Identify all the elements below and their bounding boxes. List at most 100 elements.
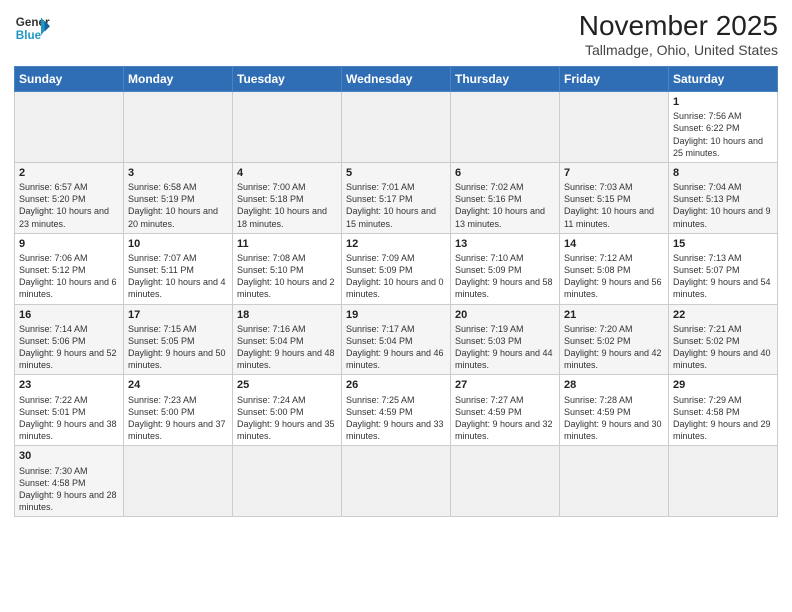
day-number: 23 <box>19 378 119 392</box>
day-number: 16 <box>19 308 119 322</box>
calendar-day-cell: 24 Sunrise: 7:23 AM Sunset: 5:00 PM Dayli… <box>124 375 233 446</box>
page: General Blue November 2025 Tallmadge, Oh… <box>0 0 792 612</box>
day-header-sunday: Sunday <box>15 67 124 92</box>
day-info: Sunrise: 7:29 AM Sunset: 4:58 PM Dayligh… <box>673 394 773 443</box>
calendar-day-cell: 17Sunrise: 7:15 AM Sunset: 5:05 PM Dayli… <box>124 304 233 375</box>
day-header-monday: Monday <box>124 67 233 92</box>
day-number: 3 <box>128 166 228 180</box>
day-info: Sunrise: 7:06 AM Sunset: 5:12 PM Dayligh… <box>19 252 119 301</box>
calendar-day-cell: 27Sunrise: 7:27 AM Sunset: 4:59 PM Dayli… <box>451 375 560 446</box>
calendar-day-cell: 9Sunrise: 7:06 AM Sunset: 5:12 PM Daylig… <box>15 233 124 304</box>
day-info: Sunrise: 7:08 AM Sunset: 5:10 PM Dayligh… <box>237 252 337 301</box>
day-number: 29 <box>673 378 773 392</box>
day-number: 30 <box>19 449 119 463</box>
calendar-day-cell: 7Sunrise: 7:03 AM Sunset: 5:15 PM Daylig… <box>560 162 669 233</box>
day-number: 18 <box>237 308 337 322</box>
calendar-week-row: 30 Sunrise: 7:30 AM Sunset: 4:58 PM Dayli… <box>15 446 778 517</box>
calendar-day-cell: 21Sunrise: 7:20 AM Sunset: 5:02 PM Dayli… <box>560 304 669 375</box>
calendar-day-cell <box>560 446 669 517</box>
day-number: 7 <box>564 166 664 180</box>
calendar-day-cell <box>451 92 560 163</box>
calendar-table: SundayMondayTuesdayWednesdayThursdayFrid… <box>14 66 778 517</box>
calendar-day-cell: 5Sunrise: 7:01 AM Sunset: 5:17 PM Daylig… <box>342 162 451 233</box>
calendar-day-cell <box>342 92 451 163</box>
day-number: 13 <box>455 237 555 251</box>
calendar-day-cell: 18Sunrise: 7:16 AM Sunset: 5:04 PM Dayli… <box>233 304 342 375</box>
day-info: Sunrise: 7:12 AM Sunset: 5:08 PM Dayligh… <box>564 252 664 301</box>
calendar-day-cell <box>124 92 233 163</box>
day-info: Sunrise: 7:07 AM Sunset: 5:11 PM Dayligh… <box>128 252 228 301</box>
day-info: Sunrise: 7:23 AM Sunset: 5:00 PM Dayligh… <box>128 394 228 443</box>
calendar-day-cell <box>342 446 451 517</box>
day-info: Sunrise: 7:30 AM Sunset: 4:58 PM Dayligh… <box>19 465 119 514</box>
calendar-day-cell: 26Sunrise: 7:25 AM Sunset: 4:59 PM Dayli… <box>342 375 451 446</box>
day-info: Sunrise: 7:20 AM Sunset: 5:02 PM Dayligh… <box>564 323 664 372</box>
calendar-day-cell: 22Sunrise: 7:21 AM Sunset: 5:02 PM Dayli… <box>669 304 778 375</box>
calendar-day-cell: 3Sunrise: 6:58 AM Sunset: 5:19 PM Daylig… <box>124 162 233 233</box>
calendar-day-cell: 4Sunrise: 7:00 AM Sunset: 5:18 PM Daylig… <box>233 162 342 233</box>
day-info: Sunrise: 7:01 AM Sunset: 5:17 PM Dayligh… <box>346 181 446 230</box>
calendar-week-row: 1Sunrise: 7:56 AM Sunset: 6:22 PM Daylig… <box>15 92 778 163</box>
day-info: Sunrise: 7:10 AM Sunset: 5:09 PM Dayligh… <box>455 252 555 301</box>
day-info: Sunrise: 7:21 AM Sunset: 5:02 PM Dayligh… <box>673 323 773 372</box>
day-info: Sunrise: 7:09 AM Sunset: 5:09 PM Dayligh… <box>346 252 446 301</box>
calendar-day-cell: 12Sunrise: 7:09 AM Sunset: 5:09 PM Dayli… <box>342 233 451 304</box>
calendar-day-cell <box>560 92 669 163</box>
day-info: Sunrise: 6:57 AM Sunset: 5:20 PM Dayligh… <box>19 181 119 230</box>
day-info: Sunrise: 7:15 AM Sunset: 5:05 PM Dayligh… <box>128 323 228 372</box>
day-header-wednesday: Wednesday <box>342 67 451 92</box>
calendar-day-cell: 16Sunrise: 7:14 AM Sunset: 5:06 PM Dayli… <box>15 304 124 375</box>
calendar-week-row: 16Sunrise: 7:14 AM Sunset: 5:06 PM Dayli… <box>15 304 778 375</box>
day-number: 24 <box>128 378 228 392</box>
day-info: Sunrise: 7:03 AM Sunset: 5:15 PM Dayligh… <box>564 181 664 230</box>
calendar-week-row: 2Sunrise: 6:57 AM Sunset: 5:20 PM Daylig… <box>15 162 778 233</box>
day-info: Sunrise: 7:02 AM Sunset: 5:16 PM Dayligh… <box>455 181 555 230</box>
day-header-thursday: Thursday <box>451 67 560 92</box>
day-info: Sunrise: 6:58 AM Sunset: 5:19 PM Dayligh… <box>128 181 228 230</box>
day-info: Sunrise: 7:27 AM Sunset: 4:59 PM Dayligh… <box>455 394 555 443</box>
day-number: 1 <box>673 95 773 109</box>
calendar-day-cell <box>451 446 560 517</box>
calendar-day-cell: 19Sunrise: 7:17 AM Sunset: 5:04 PM Dayli… <box>342 304 451 375</box>
day-info: Sunrise: 7:25 AM Sunset: 4:59 PM Dayligh… <box>346 394 446 443</box>
day-number: 9 <box>19 237 119 251</box>
day-number: 5 <box>346 166 446 180</box>
day-number: 10 <box>128 237 228 251</box>
day-info: Sunrise: 7:56 AM Sunset: 6:22 PM Dayligh… <box>673 110 773 159</box>
day-number: 11 <box>237 237 337 251</box>
svg-text:Blue: Blue <box>16 29 42 42</box>
calendar-day-cell <box>233 446 342 517</box>
day-info: Sunrise: 7:00 AM Sunset: 5:18 PM Dayligh… <box>237 181 337 230</box>
calendar-day-cell: 1Sunrise: 7:56 AM Sunset: 6:22 PM Daylig… <box>669 92 778 163</box>
day-number: 15 <box>673 237 773 251</box>
day-number: 28 <box>564 378 664 392</box>
calendar-day-cell: 14Sunrise: 7:12 AM Sunset: 5:08 PM Dayli… <box>560 233 669 304</box>
day-info: Sunrise: 7:04 AM Sunset: 5:13 PM Dayligh… <box>673 181 773 230</box>
logo: General Blue <box>14 10 50 46</box>
day-number: 4 <box>237 166 337 180</box>
calendar-week-row: 9Sunrise: 7:06 AM Sunset: 5:12 PM Daylig… <box>15 233 778 304</box>
day-header-tuesday: Tuesday <box>233 67 342 92</box>
calendar-day-cell: 28Sunrise: 7:28 AM Sunset: 4:59 PM Dayli… <box>560 375 669 446</box>
calendar-day-cell: 6Sunrise: 7:02 AM Sunset: 5:16 PM Daylig… <box>451 162 560 233</box>
day-number: 2 <box>19 166 119 180</box>
day-info: Sunrise: 7:14 AM Sunset: 5:06 PM Dayligh… <box>19 323 119 372</box>
calendar-day-cell: 23Sunrise: 7:22 AM Sunset: 5:01 PM Dayli… <box>15 375 124 446</box>
day-info: Sunrise: 7:19 AM Sunset: 5:03 PM Dayligh… <box>455 323 555 372</box>
calendar-day-cell <box>124 446 233 517</box>
calendar-day-cell: 20Sunrise: 7:19 AM Sunset: 5:03 PM Dayli… <box>451 304 560 375</box>
day-number: 22 <box>673 308 773 322</box>
calendar-day-cell: 13Sunrise: 7:10 AM Sunset: 5:09 PM Dayli… <box>451 233 560 304</box>
day-header-saturday: Saturday <box>669 67 778 92</box>
day-header-friday: Friday <box>560 67 669 92</box>
calendar-week-row: 23Sunrise: 7:22 AM Sunset: 5:01 PM Dayli… <box>15 375 778 446</box>
day-number: 20 <box>455 308 555 322</box>
day-number: 14 <box>564 237 664 251</box>
calendar-subtitle: Tallmadge, Ohio, United States <box>579 42 778 58</box>
calendar-day-cell: 30 Sunrise: 7:30 AM Sunset: 4:58 PM Dayli… <box>15 446 124 517</box>
calendar-day-cell: 15Sunrise: 7:13 AM Sunset: 5:07 PM Dayli… <box>669 233 778 304</box>
calendar-header-row: SundayMondayTuesdayWednesdayThursdayFrid… <box>15 67 778 92</box>
day-info: Sunrise: 7:16 AM Sunset: 5:04 PM Dayligh… <box>237 323 337 372</box>
calendar-day-cell <box>15 92 124 163</box>
title-block: November 2025 Tallmadge, Ohio, United St… <box>579 10 778 58</box>
